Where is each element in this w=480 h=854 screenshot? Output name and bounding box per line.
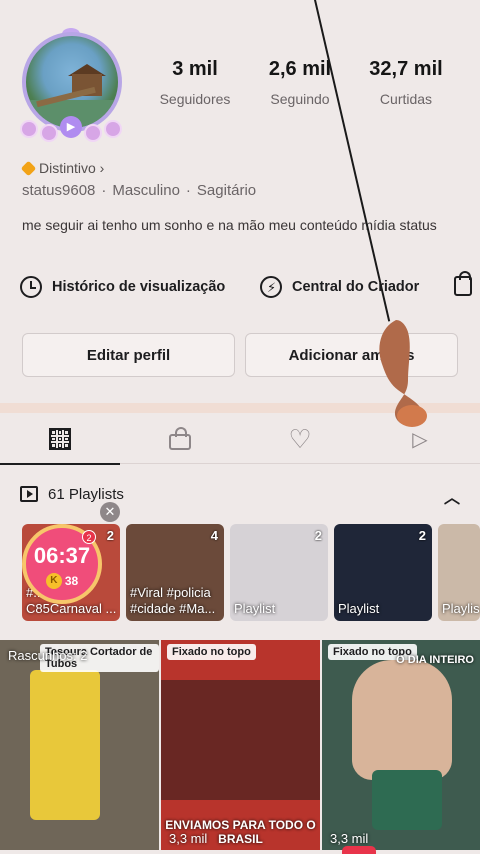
shopping-bag-icon (454, 271, 472, 296)
playlist-title: #Viral #policia #cidade #Ma... (130, 585, 216, 616)
meta-dot: · (101, 182, 107, 199)
timer-time: 06:37 (33, 543, 91, 568)
creator-center-link[interactable]: ⚡ Central do Criador (260, 276, 419, 298)
close-icon[interactable]: ✕ (100, 502, 120, 522)
jersey-image (161, 680, 320, 800)
video-thumbnail[interactable]: Fixado no topo O DIA INTEIRO 3,3 mil (322, 640, 480, 850)
likes-count: 32,7 mil (369, 58, 443, 80)
lock-icon (169, 427, 191, 450)
followers-label: Seguidores (159, 91, 231, 107)
gender: Masculino (112, 182, 180, 199)
lightning-icon: ⚡ (260, 276, 282, 298)
coin-count: 38 (64, 574, 79, 588)
hanging-string (314, 0, 391, 322)
playlist-video-count: 2 (106, 528, 114, 543)
playlist-card[interactable]: 2 Playlist (334, 524, 432, 621)
playlist-card[interactable]: 2 Playlist (230, 524, 328, 621)
shop-link[interactable] (454, 271, 472, 296)
product-image (30, 670, 100, 820)
video-thumbnail[interactable]: Fixado no topo ENVIAMOS PARA TODO O BRAS… (161, 640, 320, 850)
followers-count: 3 mil (172, 58, 218, 80)
timer-notification-badge: 2 (82, 530, 96, 544)
coin-counter: K 38 (45, 573, 79, 589)
edit-profile-button[interactable]: Editar perfil (22, 333, 235, 377)
clock-icon (20, 276, 42, 298)
flower-icon (20, 120, 38, 138)
profile-meta: status9608 · Masculino · Sagitário (22, 182, 256, 199)
playlists-count-label: 61 Playlists (48, 485, 124, 503)
flower-icon (84, 124, 102, 142)
video-views: 3,3 mil (330, 831, 369, 846)
tab-private[interactable] (120, 414, 240, 464)
flower-icon (104, 120, 122, 138)
likes-label: Curtidas (379, 91, 433, 107)
playlist-video-count: 2 (418, 528, 426, 543)
playlist-title: Playlist (234, 601, 276, 616)
badge-hexagon-icon (20, 160, 37, 176)
meta-dot: · (185, 182, 191, 199)
tab-liked[interactable]: ♡ (240, 414, 360, 464)
badge-label: Distintivo › (39, 160, 105, 176)
username: status9608 (22, 182, 96, 199)
person-image (352, 660, 452, 780)
product-jars (372, 770, 442, 830)
chevron-up-icon[interactable]: ︿ (444, 484, 460, 508)
heart-icon: ♡ (288, 424, 312, 454)
playlist-title: Playlis (442, 601, 480, 616)
drafts-label: Rascunhos: 2 (8, 648, 88, 663)
video-thumbnail[interactable]: Tesoura Cortador de Tubos Rascunhos: 2 (0, 640, 159, 850)
video-overlay-text: O DIA INTEIRO (396, 654, 474, 666)
coin-icon: K (45, 573, 62, 589)
playlist-icon (20, 486, 38, 502)
watch-history-label: Histórico de visualização (52, 279, 226, 295)
creator-tools-row: Histórico de visualização ⚡ Central do C… (20, 271, 480, 300)
flower-icon (40, 124, 58, 142)
badge-link[interactable]: Distintivo › (20, 160, 105, 176)
profile-avatar[interactable]: ▶ (14, 28, 126, 142)
grid-icon (49, 428, 71, 450)
live-play-icon: ▶ (60, 116, 82, 138)
profile-bio[interactable]: me seguir ai tenho um sonho e na mão meu… (22, 216, 452, 234)
likes-stat[interactable]: 32,7 mil Curtidas (351, 58, 461, 107)
zodiac-sign: Sagitário (196, 182, 257, 199)
tag-icon: ▷ (412, 428, 428, 451)
playlist-title: Playlist (338, 601, 380, 616)
following-count: 2,6 mil (268, 58, 332, 80)
creator-center-label: Central do Criador (292, 279, 420, 295)
playlist-card[interactable]: 4 #Viral #policia #cidade #Ma... (126, 524, 224, 621)
playlist-video-count: 4 (210, 528, 218, 543)
notification-dot (342, 846, 376, 854)
hanging-ornament (379, 320, 427, 427)
watch-history-link[interactable]: Histórico de visualização (20, 276, 225, 298)
playlist-video-count: 2 (314, 528, 322, 543)
playlist-card[interactable]: Playlis (438, 524, 480, 621)
tab-videos[interactable] (0, 414, 120, 465)
followers-stat[interactable]: 3 mil Seguidores (140, 58, 250, 107)
pinned-label: Fixado no topo (167, 644, 256, 660)
playlists-header[interactable]: 61 Playlists ︿ (20, 482, 460, 508)
video-views: 3,3 mil (169, 831, 208, 846)
